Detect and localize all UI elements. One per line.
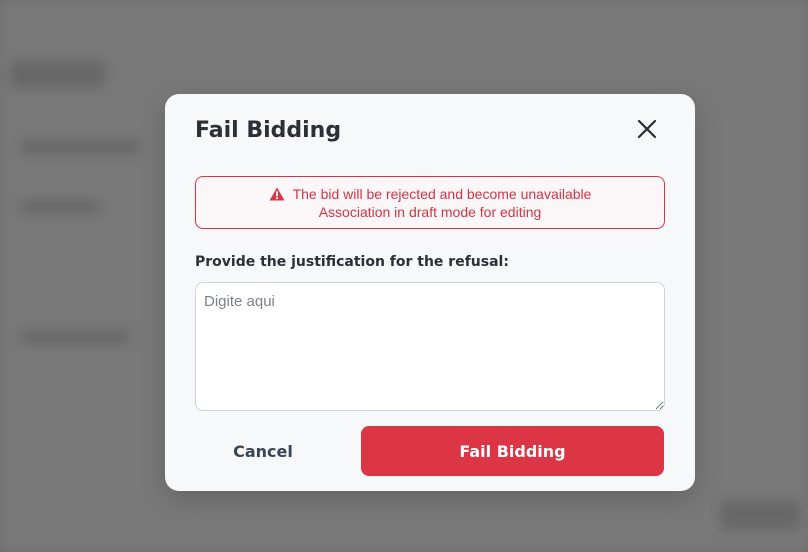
justification-label: Provide the justification for the refusa… — [195, 254, 509, 270]
close-icon — [637, 119, 657, 139]
alert-message-line1: The bid will be rejected and become unav… — [292, 185, 592, 202]
fail-bidding-button[interactable]: Fail Bidding — [361, 426, 664, 476]
dialog-title: Fail Bidding — [195, 118, 342, 143]
cancel-button[interactable]: Cancel — [205, 426, 321, 476]
close-button[interactable] — [635, 117, 659, 141]
warning-triangle-icon — [269, 187, 285, 201]
justification-textarea[interactable] — [195, 282, 665, 411]
alert-message-line2: Association in draft mode for editing — [318, 203, 542, 220]
fail-bidding-dialog: Fail Bidding The bid will be rejected an… — [165, 94, 695, 491]
warning-alert: The bid will be rejected and become unav… — [195, 176, 665, 229]
